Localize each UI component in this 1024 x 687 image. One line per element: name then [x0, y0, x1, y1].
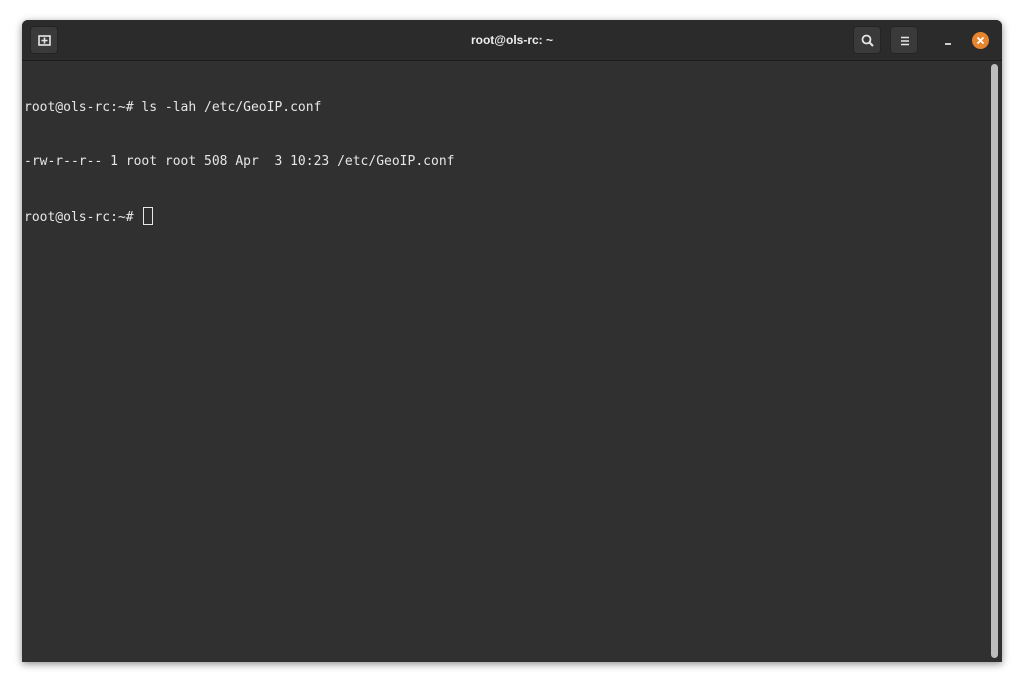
search-icon [861, 34, 874, 47]
hamburger-menu-icon [901, 36, 909, 46]
terminal-prompt: root@ols-rc:~# [24, 210, 142, 225]
terminal-line: -rw-r--r-- 1 root root 508 Apr 3 10:23 /… [24, 154, 455, 169]
title-bar[interactable]: root@ols-rc: ~ [22, 20, 1002, 61]
terminal-output[interactable]: root@ols-rc:~# ls -lah /etc/GeoIP.conf -… [22, 61, 987, 662]
vertical-scrollbar[interactable] [991, 64, 998, 658]
close-button[interactable] [972, 32, 989, 49]
terminal-prompt-line[interactable]: root@ols-rc:~# [24, 207, 987, 225]
minimize-button[interactable] [934, 26, 962, 54]
minimize-icon [945, 43, 951, 45]
close-icon [976, 36, 985, 45]
terminal-line: root@ols-rc:~# ls -lah /etc/GeoIP.conf [24, 100, 322, 115]
menu-button[interactable] [890, 26, 918, 54]
terminal-window: root@ols-rc: ~ root@ols-rc:~# ls -lah /e… [22, 20, 1002, 662]
text-cursor [143, 207, 154, 225]
search-button[interactable] [853, 26, 881, 54]
